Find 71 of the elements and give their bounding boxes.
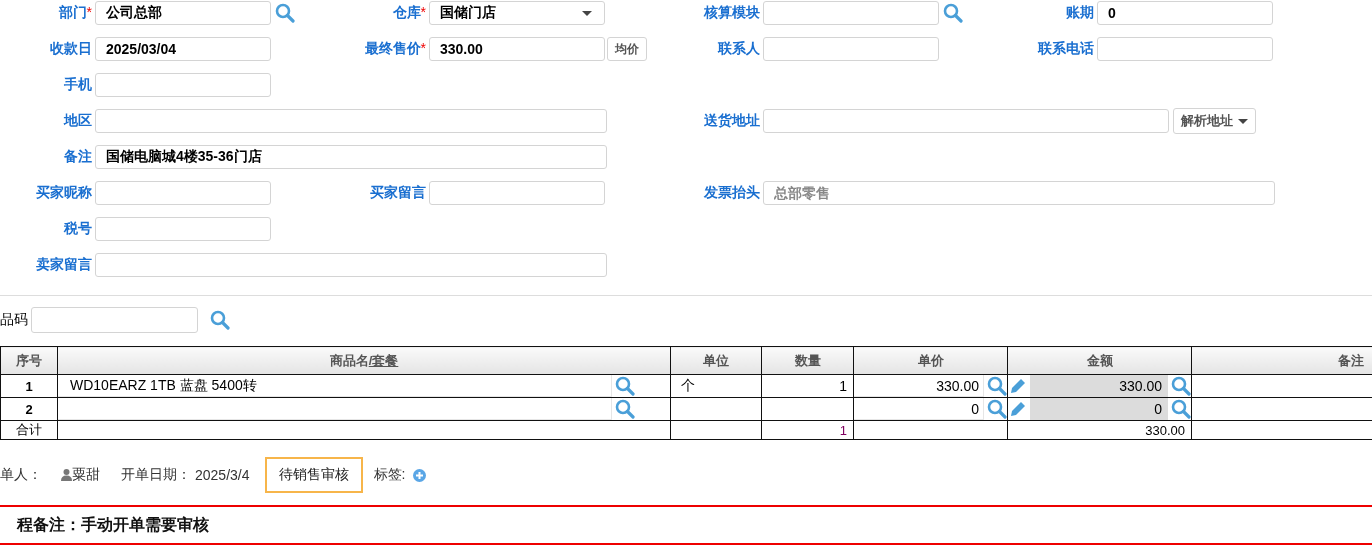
column-header: 序号 bbox=[0, 346, 58, 375]
column-header: 单位 bbox=[670, 346, 762, 375]
field-label: 联系电话 bbox=[1036, 40, 1094, 58]
order-date: 2025/3/4 bbox=[195, 467, 250, 483]
input-field[interactable] bbox=[95, 73, 271, 97]
table-cell: 合计 bbox=[0, 420, 58, 440]
field-label: 最终售价* bbox=[363, 40, 426, 58]
column-header: 金额 bbox=[1007, 346, 1192, 375]
input-field[interactable] bbox=[763, 37, 939, 61]
column-header: 备注 bbox=[1191, 346, 1372, 375]
field-label: 地区 bbox=[62, 112, 92, 130]
field-label: 手机 bbox=[63, 76, 92, 94]
field-label: 品码 bbox=[0, 311, 28, 329]
table-cell: 1 bbox=[0, 374, 58, 398]
input-field[interactable]: 国储电脑城4楼35-36门店 bbox=[95, 145, 607, 169]
product-name-field[interactable] bbox=[58, 398, 612, 420]
field-label: 买家昵称 bbox=[35, 184, 92, 202]
search-icon[interactable] bbox=[615, 376, 635, 396]
field-label: 发票抬头 bbox=[703, 184, 760, 202]
status-button[interactable]: 待销售审核 bbox=[264, 457, 363, 493]
table-cell: 2 bbox=[0, 397, 58, 421]
field-label: 税号 bbox=[62, 220, 92, 238]
field-label: 收款日 bbox=[49, 40, 92, 58]
input-field[interactable] bbox=[763, 109, 1169, 133]
table-cell: 个 bbox=[670, 374, 762, 398]
column-header: 单价 bbox=[853, 346, 1008, 375]
input-field[interactable] bbox=[429, 181, 605, 205]
search-icon[interactable] bbox=[210, 310, 230, 330]
field-label: 卖家留言 bbox=[35, 256, 92, 274]
parse-address-button[interactable]: 解析地址 bbox=[1173, 108, 1256, 134]
column-header: 商品名/套餐 bbox=[57, 346, 671, 375]
field-label: 仓库* bbox=[391, 4, 426, 22]
input-field[interactable]: 总部零售 bbox=[763, 181, 1275, 205]
table-cell: 330.00 bbox=[1007, 420, 1192, 440]
search-icon[interactable] bbox=[987, 376, 1007, 396]
input-field[interactable] bbox=[31, 307, 198, 333]
field-label: 核算模块 bbox=[703, 4, 760, 22]
add-icon[interactable] bbox=[413, 468, 427, 482]
field-label: 联系人 bbox=[716, 40, 760, 58]
input-field[interactable]: 330.00 bbox=[429, 37, 605, 61]
input-field[interactable] bbox=[1097, 37, 1273, 61]
input-field[interactable] bbox=[95, 253, 607, 277]
field-label: 送货地址 bbox=[703, 112, 760, 130]
caret-icon bbox=[1238, 118, 1248, 124]
input-field[interactable] bbox=[95, 109, 607, 133]
input-field[interactable] bbox=[95, 217, 271, 241]
table-cell: 1 bbox=[761, 374, 854, 398]
search-icon[interactable] bbox=[275, 3, 295, 23]
input-field[interactable]: 0 bbox=[1097, 1, 1273, 25]
creator-name: 粟甜 bbox=[72, 466, 100, 484]
average-price-button[interactable]: 均价 bbox=[607, 37, 647, 61]
date-label: 开单日期： bbox=[121, 466, 191, 484]
field-label: 买家留言 bbox=[369, 184, 426, 202]
tags-label: 标签: bbox=[373, 466, 406, 484]
input-field[interactable] bbox=[95, 181, 271, 205]
input-field[interactable]: 公司总部 bbox=[95, 1, 271, 25]
creator-label: 单人： bbox=[0, 466, 42, 484]
input-field[interactable] bbox=[763, 1, 939, 25]
input-field[interactable]: 2025/03/04 bbox=[95, 37, 271, 61]
caret-icon bbox=[582, 10, 592, 16]
field-label: 备注 bbox=[63, 148, 92, 166]
search-icon[interactable] bbox=[943, 3, 963, 23]
table-cell: 1 bbox=[761, 420, 854, 440]
field-label: 部门* bbox=[57, 4, 92, 22]
field-label: 账期 bbox=[1065, 4, 1094, 22]
search-icon[interactable] bbox=[615, 399, 635, 419]
person-icon bbox=[61, 469, 72, 481]
process-note: 程备注：手动开单需要审核 bbox=[15, 514, 209, 535]
dropdown[interactable]: 国储门店 bbox=[429, 1, 605, 25]
search-icon[interactable] bbox=[987, 399, 1007, 419]
column-header: 数量 bbox=[761, 346, 854, 375]
